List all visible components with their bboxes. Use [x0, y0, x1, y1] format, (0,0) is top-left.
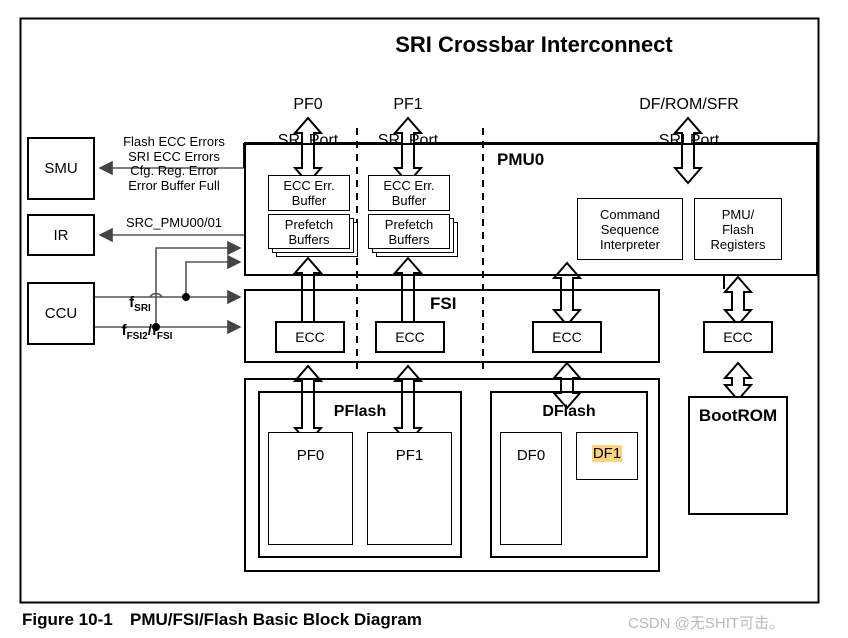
command-sequence-interpreter: Command Sequence Interpreter — [577, 198, 683, 260]
block-smu-label: SMU — [44, 160, 78, 177]
pmu0-title: PMU0 — [497, 150, 545, 169]
dflash-bank-df1: DF1 — [576, 432, 638, 480]
ccu-fsri-branch-up — [185, 254, 242, 297]
block-ir-label: IR — [53, 226, 69, 244]
right-ecc-label: ECC — [723, 329, 753, 345]
pflash-bank-pf0: PF0 — [268, 432, 353, 545]
prefetch-buffer-front-0: Prefetch Buffers — [268, 214, 350, 249]
arrow-pmu-to-ecc-right — [722, 275, 754, 327]
dflash-bank-df0: DF0 — [500, 432, 562, 545]
prefetch-buffers-0-label: Prefetch Buffers — [284, 216, 334, 247]
block-bootrom: BootROM — [688, 396, 788, 515]
figure-canvas: SRI Crossbar Interconnect PF0 SRI Port P… — [0, 0, 848, 638]
fsi-ecc-0-label: ECC — [295, 329, 325, 345]
prefetch-buffers-0: Prefetch Buffers — [268, 214, 360, 259]
pflash-title: PFlash — [333, 403, 387, 420]
fsi-ecc-1-label: ECC — [395, 329, 425, 345]
fsi-ecc-1: ECC — [375, 321, 445, 353]
pflash-bank-pf1-label: PF1 — [395, 447, 424, 464]
page-title: SRI Crossbar Interconnect — [395, 32, 673, 57]
pflash-bank-pf1: PF1 — [367, 432, 452, 545]
command-sequence-interpreter-label: Command Sequence Interpreter — [600, 206, 660, 252]
prefetch-buffers-1: Prefetch Buffers — [368, 214, 460, 259]
ir-signal-label: SRC_PMU00/01 — [125, 215, 223, 230]
pmu-flash-registers: PMU/ Flash Registers — [694, 198, 782, 260]
block-ir: IR — [27, 214, 95, 256]
prefetch-buffer-front-1: Prefetch Buffers — [368, 214, 450, 249]
arrow-ecc-right-to-bootrom — [722, 361, 754, 402]
smu-signal-label: Flash ECC Errors SRI ECC Errors Cfg. Reg… — [123, 134, 225, 193]
right-ecc: ECC — [703, 321, 773, 353]
sri-port-label-pf1: PF1 SRI Port — [377, 95, 439, 149]
sri-port-label-pf0: PF0 SRI Port — [277, 95, 339, 149]
ecc-err-buffer-0: ECC Err. Buffer — [268, 175, 350, 211]
dflash-title: DFlash — [542, 403, 596, 420]
block-ccu-label: CCU — [44, 305, 78, 322]
ecc-err-buffer-1-label: ECC Err. Buffer — [383, 178, 435, 208]
bootrom-label: BootROM — [698, 406, 778, 425]
ecc-err-buffer-1: ECC Err. Buffer — [368, 175, 450, 211]
block-ccu: CCU — [27, 282, 95, 345]
junction-dot-fsri — [182, 293, 190, 301]
fsi-ecc-2-label: ECC — [552, 329, 582, 345]
fsi-ecc-2: ECC — [532, 321, 602, 353]
sri-port-label-dfromsfr: DF/ROM/SFR SRI Port — [639, 95, 739, 149]
fsi-title: FSI — [430, 294, 457, 313]
dflash-bank-df0-label: DF0 — [516, 447, 546, 464]
ecc-err-buffer-0-label: ECC Err. Buffer — [283, 178, 335, 208]
pflash-bank-pf0-label: PF0 — [296, 447, 325, 464]
fsi-ecc-0: ECC — [275, 321, 345, 353]
clock-ffsi-label: fFSI2/fFSI — [121, 321, 173, 342]
dflash-bank-df1-label: DF1 — [591, 445, 623, 462]
block-smu: SMU — [27, 137, 95, 200]
figure-caption-number: Figure 10-1 — [22, 610, 113, 629]
figure-caption-title: PMU/FSI/Flash Basic Block Diagram — [130, 610, 422, 629]
pmu-flash-registers-label: PMU/ Flash Registers — [710, 206, 766, 252]
watermark: CSDN @无SHIT可击。 — [628, 615, 785, 632]
prefetch-buffers-1-label: Prefetch Buffers — [384, 216, 434, 247]
